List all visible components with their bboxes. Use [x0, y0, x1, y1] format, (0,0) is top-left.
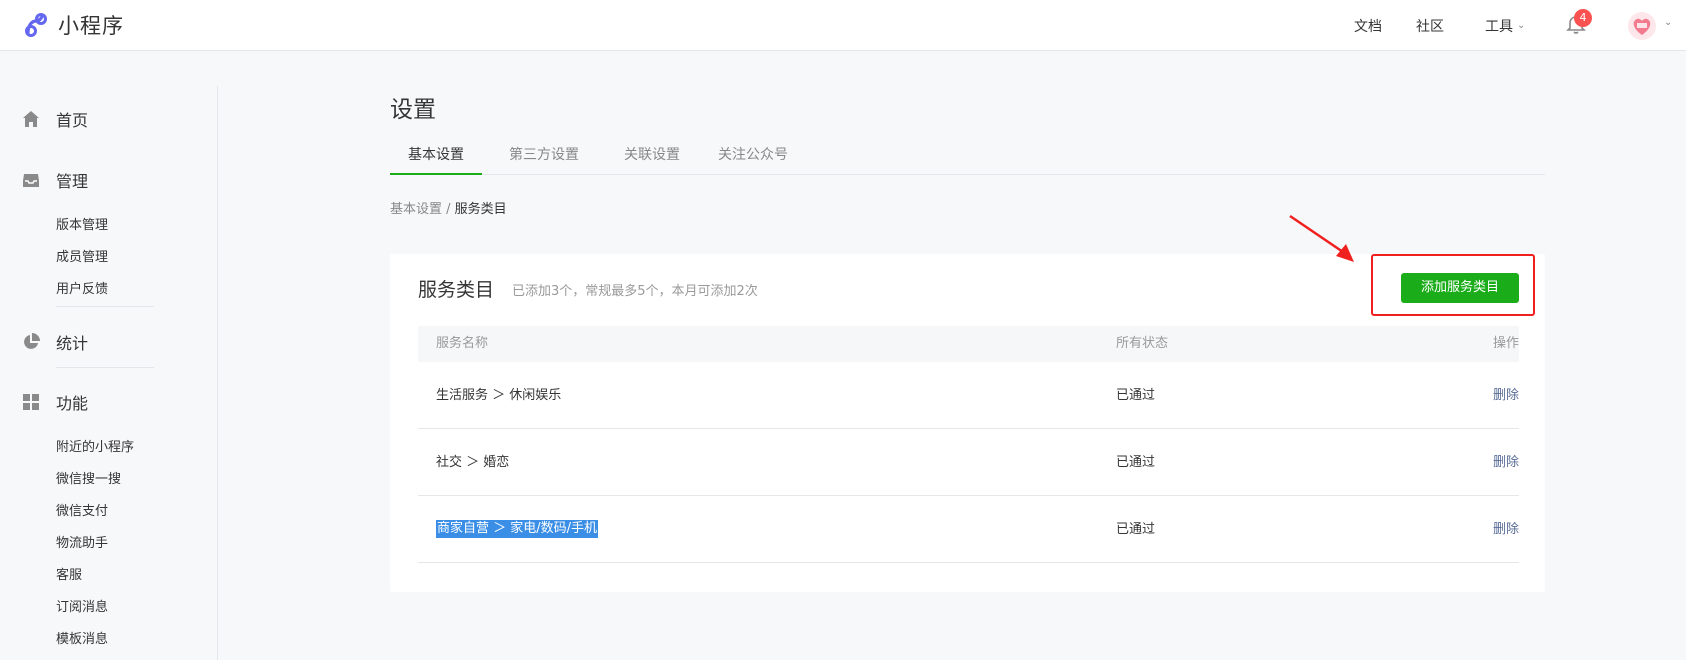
- sidebar-divider: [56, 367, 154, 368]
- category-name-selected: 商家自营 ＞ 家电/数码/手机: [436, 520, 599, 538]
- tab-third-party[interactable]: 第三方设置: [491, 140, 597, 175]
- sidebar-item-members[interactable]: 成员管理: [56, 246, 108, 265]
- sidebar-item-label: 功能: [56, 394, 89, 413]
- category-status: 已通过: [1116, 522, 1156, 537]
- nav-docs[interactable]: 文档: [1354, 0, 1382, 51]
- breadcrumb-separator: /: [442, 202, 455, 217]
- pie-chart-icon: [24, 333, 40, 349]
- sidebar-item-service[interactable]: 客服: [56, 564, 82, 583]
- annotation-arrow: [1289, 214, 1354, 262]
- table-row: 生活服务 ＞ 休闲娱乐 已通过 删除: [418, 362, 1519, 429]
- sidebar-item-pay[interactable]: 微信支付: [56, 500, 108, 519]
- table-header: 服务名称 所有状态 操作: [418, 326, 1519, 362]
- top-bar: 小程序 文档 社区 工具 ⌄ 4 ⌄: [0, 0, 1686, 51]
- avatar-image: [1633, 18, 1651, 35]
- sidebar-item-feedback[interactable]: 用户反馈: [56, 278, 108, 297]
- category-status: 已通过: [1116, 455, 1156, 470]
- grid-icon: [23, 394, 39, 410]
- notification-badge: 4: [1574, 9, 1592, 27]
- sidebar-item-stats[interactable]: 统计: [22, 330, 88, 354]
- sidebar-item-label: 管理: [56, 172, 89, 191]
- sidebar-item-features[interactable]: 功能: [22, 390, 88, 414]
- sidebar-item-manage[interactable]: 管理: [22, 168, 88, 192]
- tab-related[interactable]: 关联设置: [606, 140, 698, 175]
- sidebar-item-logistics[interactable]: 物流助手: [56, 532, 108, 551]
- nav-tools-label: 工具: [1485, 18, 1513, 35]
- card-title: 服务类目: [418, 279, 495, 301]
- avatar[interactable]: [1628, 12, 1656, 40]
- category-status: 已通过: [1116, 388, 1156, 403]
- sidebar-item-search[interactable]: 微信搜一搜: [56, 468, 121, 487]
- card-description: 已添加3个，常规最多5个，本月可添加2次: [512, 284, 758, 299]
- table-row: 社交 ＞ 婚恋 已通过 删除: [418, 429, 1519, 496]
- breadcrumb-parent[interactable]: 基本设置: [390, 202, 442, 217]
- page-title: 设置: [390, 97, 436, 123]
- logo-icon: [25, 13, 47, 37]
- column-header-status[interactable]: 所有状态: [1116, 326, 1168, 362]
- tab-follow[interactable]: 关注公众号: [700, 140, 806, 175]
- column-header-action: 操作: [1492, 336, 1519, 351]
- delete-link[interactable]: 删除: [1459, 429, 1519, 496]
- tab-basic[interactable]: 基本设置: [390, 140, 482, 175]
- breadcrumb-current: 服务类目: [454, 202, 507, 217]
- column-header-name: 服务名称: [436, 336, 489, 351]
- table-row: 商家自营 ＞ 家电/数码/手机 已通过 删除: [418, 496, 1519, 563]
- nav-tools[interactable]: 工具 ⌄: [1485, 0, 1525, 51]
- category-name: 社交 ＞ 婚恋: [436, 455, 510, 470]
- home-icon: [23, 111, 39, 127]
- chevron-down-icon: ⌄: [1517, 20, 1526, 31]
- app-title: 小程序: [58, 14, 124, 38]
- logo[interactable]: 小程序: [22, 10, 124, 40]
- sidebar-item-subscribe[interactable]: 订阅消息: [56, 596, 108, 615]
- nav-community[interactable]: 社区: [1416, 0, 1444, 51]
- sidebar-item-label: 统计: [56, 334, 89, 353]
- tab-bar: 基本设置 第三方设置 关联设置 关注公众号: [390, 140, 1545, 175]
- sidebar-item-nearby[interactable]: 附近的小程序: [56, 436, 134, 455]
- annotation-highlight-box: [1371, 254, 1535, 316]
- delete-link[interactable]: 删除: [1459, 496, 1519, 563]
- sidebar-item-version[interactable]: 版本管理: [56, 214, 108, 233]
- sidebar-item-label: 首页: [56, 111, 89, 130]
- breadcrumb: 基本设置 / 服务类目: [390, 198, 507, 217]
- sidebar-item-template[interactable]: 模板消息: [56, 628, 108, 647]
- inbox-icon: [23, 174, 39, 187]
- delete-link[interactable]: 删除: [1459, 362, 1519, 429]
- selected-text-wrap: 商家自营 ＞ 家电/数码/手机: [436, 520, 599, 538]
- category-name: 生活服务 ＞ 休闲娱乐: [436, 388, 562, 403]
- sidebar-divider: [56, 306, 154, 307]
- sidebar-item-home[interactable]: 首页: [22, 107, 88, 131]
- chevron-down-icon[interactable]: ⌄: [1664, 17, 1672, 28]
